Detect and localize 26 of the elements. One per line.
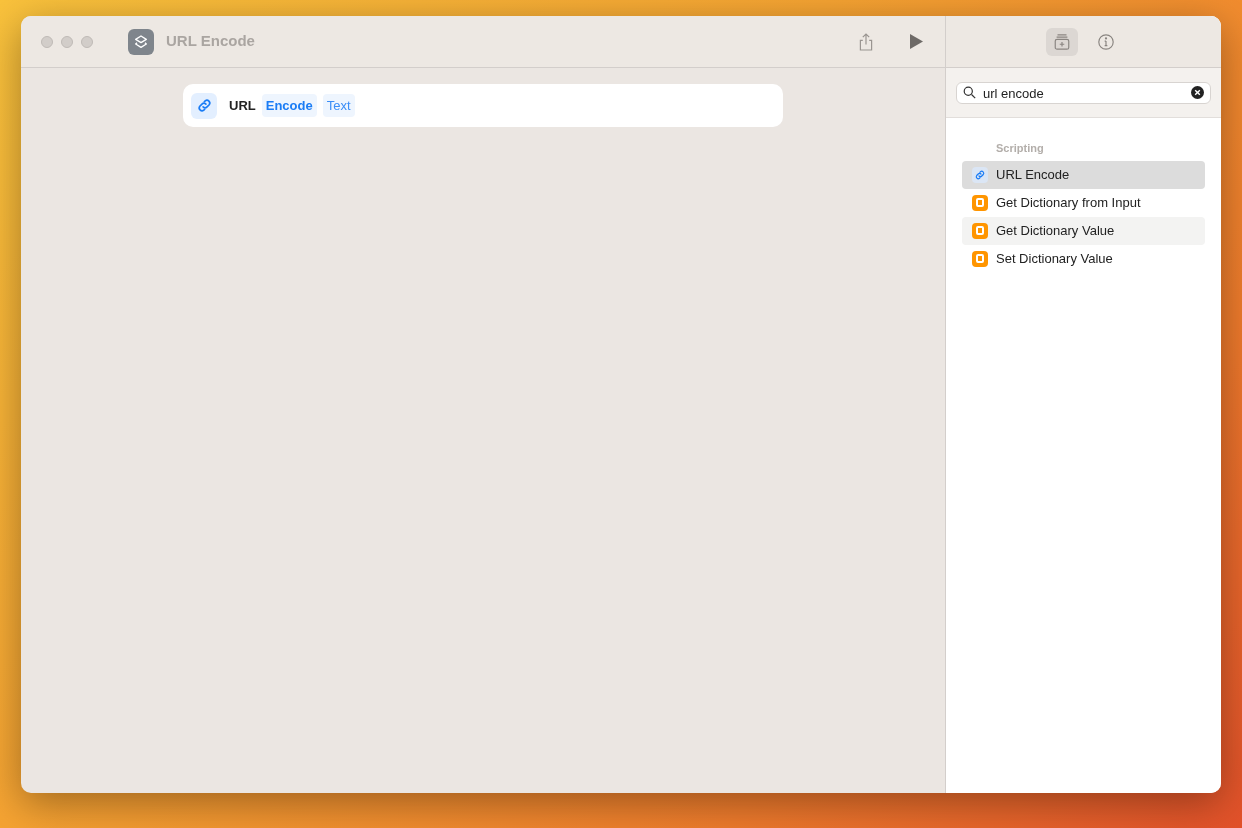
action-list-item[interactable]: Set Dictionary Value <box>962 244 1205 273</box>
close-window-button[interactable] <box>41 35 53 48</box>
library-icon <box>1052 32 1071 51</box>
play-icon[interactable] <box>910 34 923 49</box>
link-icon <box>191 92 217 119</box>
dictionary-icon <box>972 194 988 211</box>
dictionary-icon <box>972 250 988 267</box>
action-list-item[interactable]: Get Dictionary Value <box>962 216 1205 245</box>
minimize-window-button[interactable] <box>61 35 73 48</box>
info-icon <box>1096 32 1115 51</box>
parameter-token[interactable]: Encode <box>261 93 317 118</box>
action-library-tab[interactable] <box>1045 27 1078 56</box>
share-icon[interactable] <box>858 31 874 52</box>
action-list-item[interactable]: Get Dictionary from Input <box>962 188 1205 217</box>
action-card[interactable]: URL Encode Text <box>183 84 783 127</box>
section-header: Scripting <box>995 141 1045 156</box>
action-label: URL <box>229 96 256 115</box>
dictionary-icon <box>972 222 988 239</box>
link-icon <box>972 166 988 183</box>
zoom-window-button[interactable] <box>81 35 93 48</box>
search-field[interactable]: url encode <box>956 82 1211 104</box>
action-list-item[interactable]: URL Encode <box>962 160 1205 189</box>
clear-icon[interactable] <box>1191 85 1204 99</box>
window-title: URL Encode <box>166 31 255 52</box>
search-icon <box>963 85 976 99</box>
app-icon <box>128 28 154 55</box>
